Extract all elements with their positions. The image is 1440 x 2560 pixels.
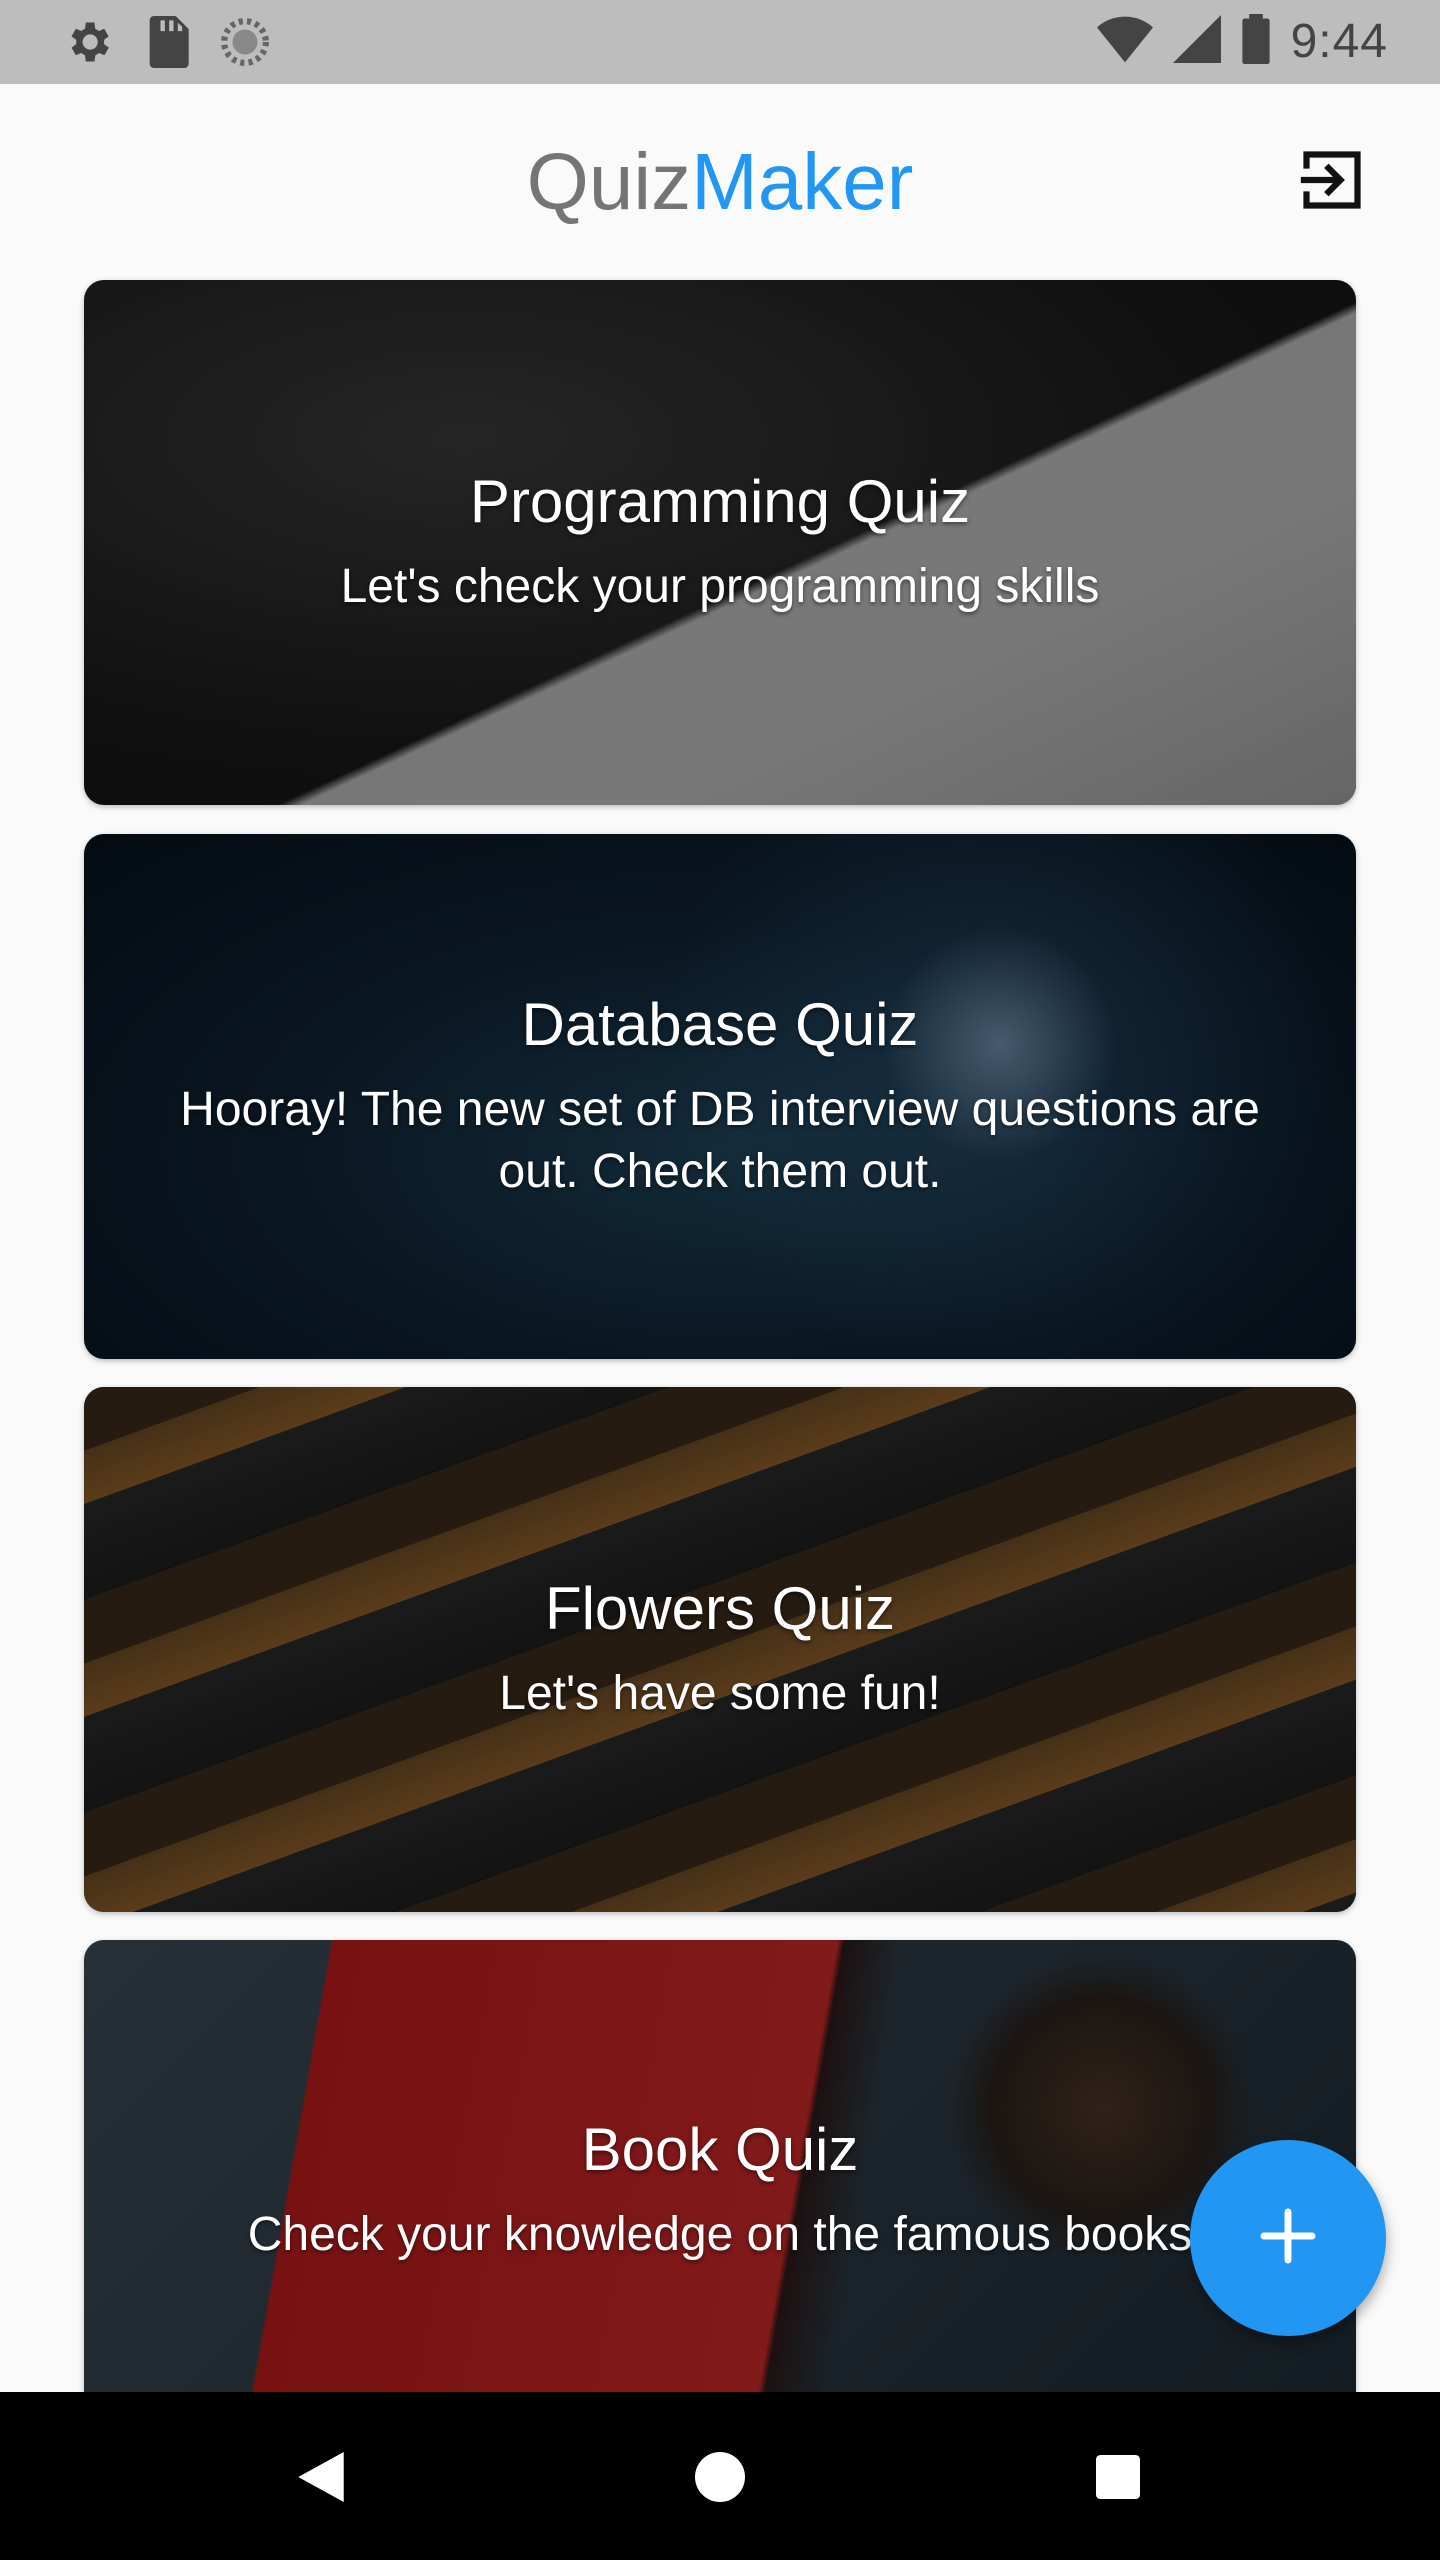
card-text: Database Quiz Hooray! The new set of DB …: [84, 834, 1356, 1359]
app-title: QuizMaker: [0, 136, 1440, 228]
settings-icon: [62, 16, 114, 73]
signal-icon: [1172, 15, 1221, 68]
loading-circle-icon: [220, 17, 270, 72]
quiz-description: Let's check your programming skills: [340, 560, 1100, 613]
app-bar: QuizMaker: [0, 84, 1440, 274]
status-bar: 9:44: [0, 0, 1440, 84]
recent-apps-icon: [1096, 2454, 1140, 2504]
status-right: 9:44: [1096, 14, 1388, 69]
quiz-title: Book Quiz: [581, 2116, 859, 2183]
battery-icon: [1241, 14, 1271, 69]
quiz-description: Check your knowledge on the famous books: [247, 2208, 1193, 2261]
plus-icon: [1256, 2204, 1320, 2273]
card-text: Programming Quiz Let's check your progra…: [84, 280, 1356, 805]
navigation-bar: [0, 2392, 1440, 2560]
back-icon: [298, 2451, 344, 2507]
status-time: 9:44: [1290, 15, 1388, 68]
logout-icon: [1298, 146, 1366, 219]
home-icon: [695, 2451, 745, 2507]
quiz-title: Flowers Quiz: [544, 1575, 896, 1642]
back-button[interactable]: [276, 2434, 366, 2524]
wifi-icon: [1096, 15, 1153, 68]
quiz-card-flowers[interactable]: Flowers Quiz Let's have some fun!: [84, 1387, 1356, 1912]
quiz-card-database[interactable]: Database Quiz Hooray! The new set of DB …: [84, 834, 1356, 1359]
add-quiz-button[interactable]: [1190, 2140, 1386, 2336]
quiz-description: Hooray! The new set of DB interview ques…: [180, 1083, 1260, 1198]
card-text: Flowers Quiz Let's have some fun!: [84, 1387, 1356, 1912]
quiz-card-programming[interactable]: Programming Quiz Let's check your progra…: [84, 280, 1356, 805]
quiz-title: Programming Quiz: [469, 468, 971, 535]
quiz-description: Let's have some fun!: [499, 1667, 941, 1720]
recent-apps-button[interactable]: [1073, 2434, 1163, 2524]
sd-card-icon: [144, 16, 190, 73]
status-left: [62, 16, 270, 73]
app-title-maker: Maker: [691, 137, 914, 226]
app-title-quiz: Quiz: [526, 137, 692, 226]
logout-button[interactable]: [1294, 144, 1370, 220]
screen: 9:44 QuizMaker Programming Quiz Let's ch…: [0, 0, 1440, 2560]
quiz-title: Database Quiz: [521, 991, 919, 1058]
home-button[interactable]: [675, 2434, 765, 2524]
